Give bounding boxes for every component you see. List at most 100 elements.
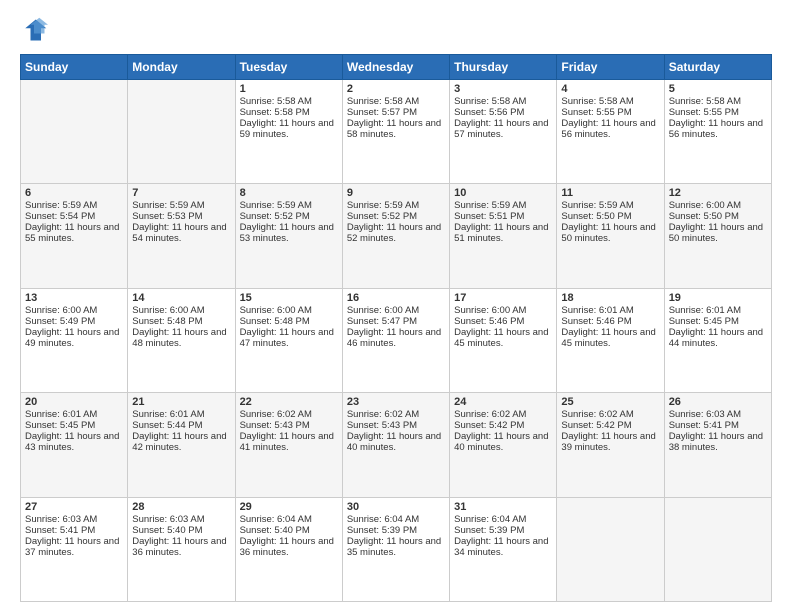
calendar-cell: 8Sunrise: 5:59 AMSunset: 5:52 PMDaylight…	[235, 184, 342, 288]
cell-info-line: Sunset: 5:48 PM	[132, 316, 230, 327]
cell-info-line: Sunset: 5:58 PM	[240, 107, 338, 118]
cell-info-line: Sunset: 5:50 PM	[669, 211, 767, 222]
cell-info-line: Sunrise: 6:02 AM	[347, 409, 445, 420]
calendar-cell: 29Sunrise: 6:04 AMSunset: 5:40 PMDayligh…	[235, 497, 342, 601]
cell-info-line: Daylight: 11 hours and 57 minutes.	[454, 118, 552, 140]
cell-info-line: Sunrise: 5:58 AM	[240, 96, 338, 107]
cell-info-line: Sunrise: 5:58 AM	[347, 96, 445, 107]
day-number: 24	[454, 396, 552, 408]
calendar-cell: 1Sunrise: 5:58 AMSunset: 5:58 PMDaylight…	[235, 80, 342, 184]
day-number: 21	[132, 396, 230, 408]
week-row-2: 6Sunrise: 5:59 AMSunset: 5:54 PMDaylight…	[21, 184, 772, 288]
cell-info-line: Sunset: 5:40 PM	[240, 525, 338, 536]
cell-info-line: Sunrise: 6:01 AM	[561, 305, 659, 316]
cell-info-line: Sunrise: 5:59 AM	[132, 200, 230, 211]
cell-info-line: Sunrise: 6:03 AM	[25, 514, 123, 525]
day-number: 2	[347, 83, 445, 95]
weekday-header-row: SundayMondayTuesdayWednesdayThursdayFrid…	[21, 55, 772, 80]
day-number: 15	[240, 292, 338, 304]
weekday-header-friday: Friday	[557, 55, 664, 80]
cell-info-line: Sunrise: 6:01 AM	[669, 305, 767, 316]
cell-info-line: Daylight: 11 hours and 37 minutes.	[25, 536, 123, 558]
page: SundayMondayTuesdayWednesdayThursdayFrid…	[0, 0, 792, 612]
cell-info-line: Daylight: 11 hours and 35 minutes.	[347, 536, 445, 558]
cell-info-line: Daylight: 11 hours and 55 minutes.	[25, 222, 123, 244]
cell-info-line: Sunrise: 6:03 AM	[132, 514, 230, 525]
cell-info-line: Daylight: 11 hours and 34 minutes.	[454, 536, 552, 558]
calendar-cell: 30Sunrise: 6:04 AMSunset: 5:39 PMDayligh…	[342, 497, 449, 601]
day-number: 8	[240, 187, 338, 199]
calendar-cell: 23Sunrise: 6:02 AMSunset: 5:43 PMDayligh…	[342, 393, 449, 497]
cell-info-line: Sunset: 5:40 PM	[132, 525, 230, 536]
cell-info-line: Sunrise: 5:59 AM	[347, 200, 445, 211]
cell-info-line: Daylight: 11 hours and 58 minutes.	[347, 118, 445, 140]
cell-info-line: Sunset: 5:51 PM	[454, 211, 552, 222]
calendar-cell	[21, 80, 128, 184]
cell-info-line: Sunrise: 5:59 AM	[240, 200, 338, 211]
cell-info-line: Daylight: 11 hours and 36 minutes.	[132, 536, 230, 558]
calendar-cell: 16Sunrise: 6:00 AMSunset: 5:47 PMDayligh…	[342, 288, 449, 392]
cell-info-line: Sunrise: 6:03 AM	[669, 409, 767, 420]
cell-info-line: Daylight: 11 hours and 39 minutes.	[561, 431, 659, 453]
cell-info-line: Sunrise: 6:00 AM	[669, 200, 767, 211]
cell-info-line: Sunset: 5:53 PM	[132, 211, 230, 222]
cell-info-line: Sunset: 5:45 PM	[669, 316, 767, 327]
day-number: 20	[25, 396, 123, 408]
calendar-cell: 2Sunrise: 5:58 AMSunset: 5:57 PMDaylight…	[342, 80, 449, 184]
calendar-cell: 13Sunrise: 6:00 AMSunset: 5:49 PMDayligh…	[21, 288, 128, 392]
day-number: 25	[561, 396, 659, 408]
cell-info-line: Sunset: 5:43 PM	[240, 420, 338, 431]
day-number: 7	[132, 187, 230, 199]
calendar-cell: 20Sunrise: 6:01 AMSunset: 5:45 PMDayligh…	[21, 393, 128, 497]
day-number: 6	[25, 187, 123, 199]
weekday-header-saturday: Saturday	[664, 55, 771, 80]
cell-info-line: Sunrise: 5:59 AM	[454, 200, 552, 211]
weekday-header-monday: Monday	[128, 55, 235, 80]
cell-info-line: Sunrise: 5:58 AM	[669, 96, 767, 107]
calendar-cell: 31Sunrise: 6:04 AMSunset: 5:39 PMDayligh…	[450, 497, 557, 601]
cell-info-line: Daylight: 11 hours and 54 minutes.	[132, 222, 230, 244]
cell-info-line: Sunset: 5:55 PM	[561, 107, 659, 118]
calendar-cell: 19Sunrise: 6:01 AMSunset: 5:45 PMDayligh…	[664, 288, 771, 392]
calendar-cell: 7Sunrise: 5:59 AMSunset: 5:53 PMDaylight…	[128, 184, 235, 288]
logo	[20, 16, 52, 44]
cell-info-line: Sunset: 5:42 PM	[561, 420, 659, 431]
day-number: 18	[561, 292, 659, 304]
day-number: 3	[454, 83, 552, 95]
calendar-cell: 14Sunrise: 6:00 AMSunset: 5:48 PMDayligh…	[128, 288, 235, 392]
cell-info-line: Sunrise: 6:02 AM	[240, 409, 338, 420]
day-number: 30	[347, 501, 445, 513]
day-number: 13	[25, 292, 123, 304]
calendar-cell: 22Sunrise: 6:02 AMSunset: 5:43 PMDayligh…	[235, 393, 342, 497]
calendar-cell: 4Sunrise: 5:58 AMSunset: 5:55 PMDaylight…	[557, 80, 664, 184]
calendar-cell: 3Sunrise: 5:58 AMSunset: 5:56 PMDaylight…	[450, 80, 557, 184]
cell-info-line: Daylight: 11 hours and 44 minutes.	[669, 327, 767, 349]
cell-info-line: Sunset: 5:39 PM	[347, 525, 445, 536]
cell-info-line: Daylight: 11 hours and 56 minutes.	[561, 118, 659, 140]
weekday-header-tuesday: Tuesday	[235, 55, 342, 80]
cell-info-line: Daylight: 11 hours and 52 minutes.	[347, 222, 445, 244]
cell-info-line: Sunrise: 6:00 AM	[240, 305, 338, 316]
cell-info-line: Sunrise: 5:58 AM	[454, 96, 552, 107]
calendar-cell: 9Sunrise: 5:59 AMSunset: 5:52 PMDaylight…	[342, 184, 449, 288]
day-number: 1	[240, 83, 338, 95]
cell-info-line: Daylight: 11 hours and 53 minutes.	[240, 222, 338, 244]
cell-info-line: Daylight: 11 hours and 40 minutes.	[454, 431, 552, 453]
cell-info-line: Sunrise: 6:00 AM	[347, 305, 445, 316]
cell-info-line: Sunset: 5:42 PM	[454, 420, 552, 431]
day-number: 26	[669, 396, 767, 408]
calendar-cell: 12Sunrise: 6:00 AMSunset: 5:50 PMDayligh…	[664, 184, 771, 288]
cell-info-line: Daylight: 11 hours and 40 minutes.	[347, 431, 445, 453]
cell-info-line: Sunrise: 6:01 AM	[132, 409, 230, 420]
logo-icon	[20, 16, 48, 44]
calendar-cell	[664, 497, 771, 601]
day-number: 11	[561, 187, 659, 199]
cell-info-line: Sunset: 5:39 PM	[454, 525, 552, 536]
cell-info-line: Sunset: 5:52 PM	[347, 211, 445, 222]
cell-info-line: Daylight: 11 hours and 42 minutes.	[132, 431, 230, 453]
day-number: 27	[25, 501, 123, 513]
cell-info-line: Sunrise: 6:02 AM	[454, 409, 552, 420]
cell-info-line: Sunset: 5:47 PM	[347, 316, 445, 327]
cell-info-line: Sunset: 5:41 PM	[669, 420, 767, 431]
calendar-cell: 15Sunrise: 6:00 AMSunset: 5:48 PMDayligh…	[235, 288, 342, 392]
